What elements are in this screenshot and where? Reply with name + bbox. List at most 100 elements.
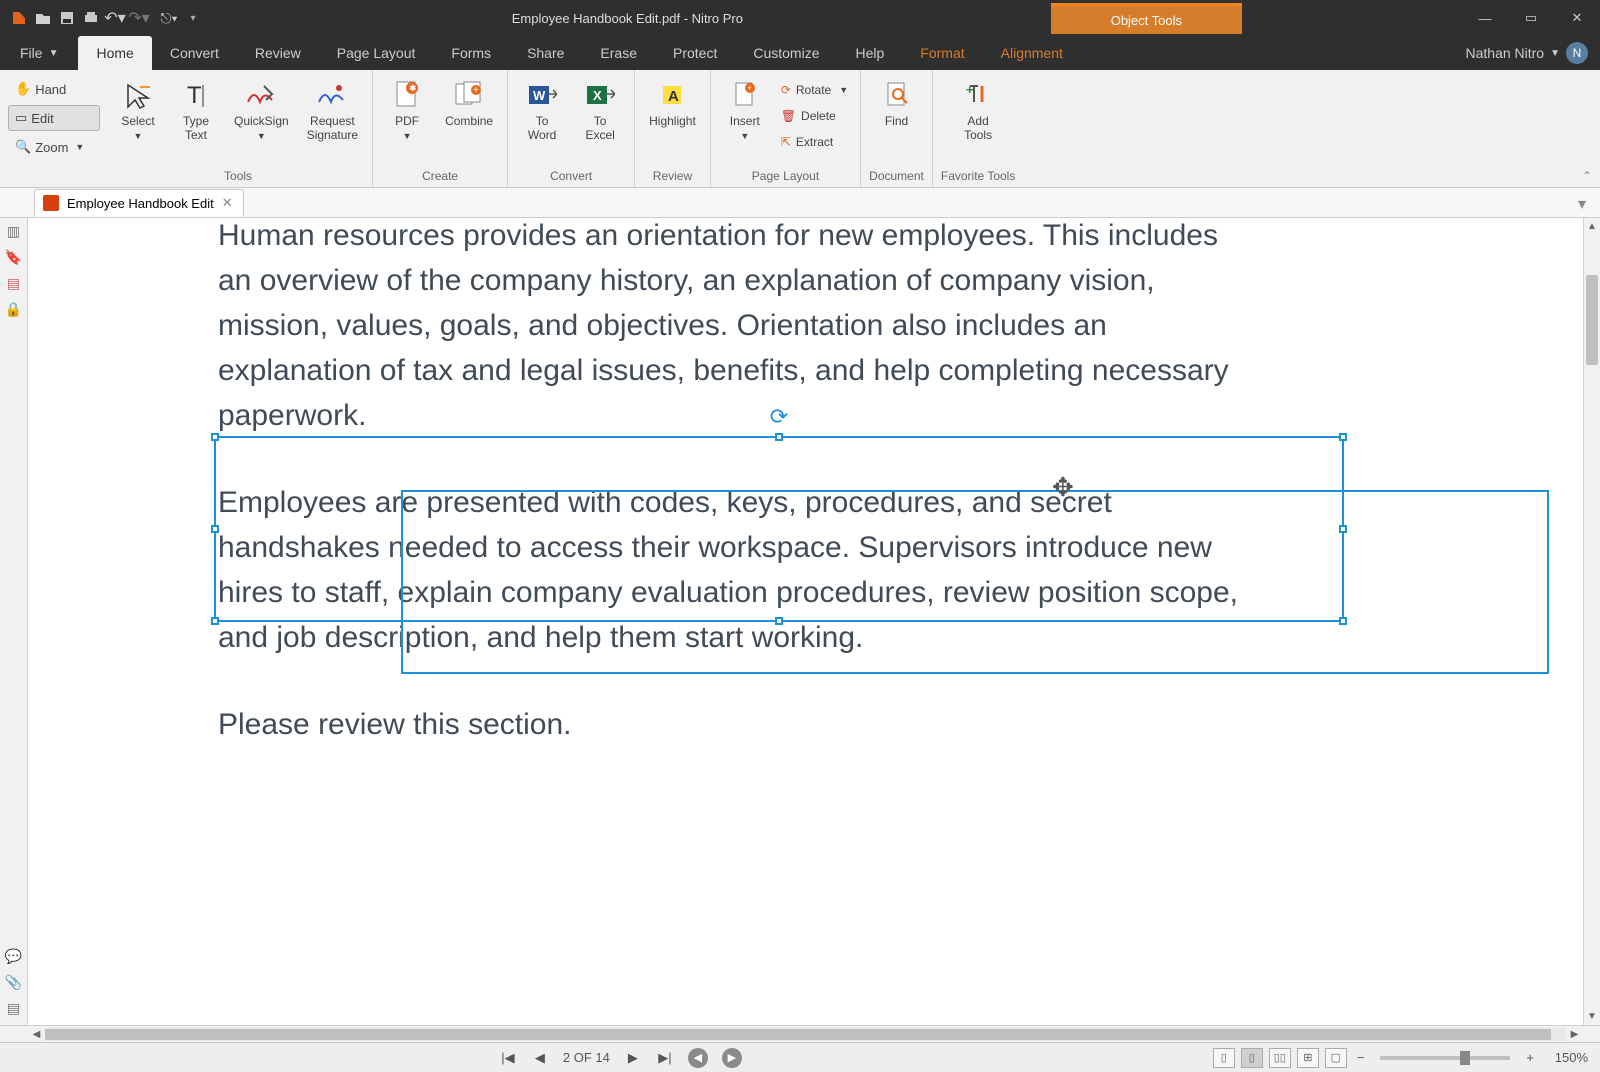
- prev-page-icon[interactable]: ◀: [531, 1049, 549, 1067]
- view-facing-continuous-icon[interactable]: ⊞: [1297, 1048, 1319, 1068]
- qat-customize-icon[interactable]: ⎋▾: [158, 7, 180, 29]
- resize-handle-sw[interactable]: [211, 617, 219, 625]
- page-view[interactable]: Human resources provides an orientation …: [28, 218, 1583, 1025]
- scroll-left-icon[interactable]: ◀: [28, 1026, 45, 1043]
- add-tools-button[interactable]: + Add Tools: [952, 74, 1004, 143]
- qat-more-icon[interactable]: ▾: [182, 7, 204, 29]
- resize-handle-n[interactable]: [775, 433, 783, 441]
- user-avatar: N: [1566, 42, 1588, 64]
- open-icon[interactable]: [32, 7, 54, 29]
- delete-button[interactable]: 🗑Delete: [777, 104, 852, 128]
- bookmarks-panel-icon[interactable]: 🔖: [5, 248, 23, 266]
- hscroll-thumb[interactable]: [45, 1029, 1551, 1040]
- svg-text:+: +: [966, 82, 974, 97]
- highlight-button[interactable]: A Highlight: [643, 74, 702, 129]
- zoom-in-icon[interactable]: +: [1522, 1050, 1538, 1065]
- vscroll-thumb[interactable]: [1586, 275, 1598, 365]
- extract-button[interactable]: ⇱Extract: [777, 130, 852, 154]
- quicksign-button[interactable]: QuickSign▼: [228, 74, 295, 143]
- insert-button[interactable]: + Insert▼: [719, 74, 771, 143]
- undo-icon[interactable]: ↶▾: [104, 7, 126, 29]
- nav-forward-icon[interactable]: ▶: [722, 1048, 742, 1068]
- menu-file[interactable]: File▼: [0, 36, 78, 70]
- close-tab-icon[interactable]: ✕: [222, 195, 233, 211]
- view-fullscreen-icon[interactable]: ▢: [1325, 1048, 1347, 1068]
- user-name-label: Nathan Nitro: [1466, 45, 1545, 61]
- view-continuous-icon[interactable]: ▯: [1241, 1048, 1263, 1068]
- menu-forms[interactable]: Forms: [433, 36, 509, 70]
- menu-convert[interactable]: Convert: [152, 36, 237, 70]
- scroll-right-icon[interactable]: ▶: [1566, 1026, 1583, 1043]
- minimize-button[interactable]: —: [1462, 0, 1508, 36]
- zoom-out-icon[interactable]: −: [1353, 1050, 1369, 1065]
- menu-protect[interactable]: Protect: [655, 36, 735, 70]
- hand-tool[interactable]: ✋Hand: [8, 76, 100, 102]
- layers-panel-icon[interactable]: ▤: [5, 274, 23, 292]
- security-panel-icon[interactable]: 🔒: [5, 300, 23, 318]
- zoom-percentage[interactable]: 150%: [1544, 1050, 1588, 1065]
- vscroll-track[interactable]: [1584, 235, 1600, 1008]
- zoom-slider[interactable]: [1380, 1056, 1510, 1060]
- menu-customize[interactable]: Customize: [735, 36, 837, 70]
- menu-erase[interactable]: Erase: [582, 36, 655, 70]
- combine-icon: +: [452, 78, 486, 112]
- to-word-button[interactable]: W To Word: [516, 74, 568, 143]
- title-bar: ↶▾ ↷▾ ⎋▾ ▾ Employee Handbook Edit.pdf - …: [0, 0, 1600, 36]
- scroll-down-icon[interactable]: ▼: [1584, 1008, 1600, 1025]
- zoom-tool[interactable]: 🔍Zoom▼: [8, 134, 100, 160]
- save-icon[interactable]: [56, 7, 78, 29]
- edit-tool[interactable]: ▭Edit: [8, 105, 100, 131]
- svg-text:X: X: [593, 88, 602, 103]
- rotate-button[interactable]: ⟳Rotate▼: [777, 78, 852, 102]
- view-facing-icon[interactable]: ▯▯: [1269, 1048, 1291, 1068]
- output-panel-icon[interactable]: ▤: [5, 999, 23, 1017]
- select-button[interactable]: Select▼: [112, 74, 164, 143]
- page-counter[interactable]: 2 OF 14: [563, 1050, 610, 1065]
- print-icon[interactable]: [80, 7, 102, 29]
- find-button[interactable]: Find: [871, 74, 923, 129]
- pdf-button[interactable]: ✱ PDF▼: [381, 74, 433, 143]
- maximize-button[interactable]: ▭: [1508, 0, 1554, 36]
- zoom-slider-knob[interactable]: [1460, 1051, 1470, 1065]
- context-tab-object-tools: Object Tools: [1051, 3, 1242, 34]
- tab-options-icon[interactable]: ▾: [1578, 194, 1586, 214]
- page-layout-small-buttons: ⟳Rotate▼ 🗑Delete ⇱Extract: [777, 74, 852, 154]
- ribbon-group-document-label: Document: [869, 167, 924, 187]
- pages-panel-icon[interactable]: ▥: [5, 222, 23, 240]
- scroll-up-icon[interactable]: ▲: [1584, 218, 1600, 235]
- menu-help[interactable]: Help: [838, 36, 903, 70]
- combine-button[interactable]: + Combine: [439, 74, 499, 129]
- menu-format[interactable]: Format: [902, 36, 982, 70]
- attachments-panel-icon[interactable]: 📎: [5, 973, 23, 991]
- insert-page-icon: +: [728, 78, 762, 112]
- horizontal-scrollbar[interactable]: ◀ ▶: [28, 1026, 1583, 1042]
- resize-handle-nw[interactable]: [211, 433, 219, 441]
- menu-alignment[interactable]: Alignment: [983, 36, 1081, 70]
- menu-home[interactable]: Home: [78, 36, 151, 70]
- request-sign-icon: [315, 78, 349, 112]
- nav-back-icon[interactable]: ◀: [688, 1048, 708, 1068]
- resize-handle-ne[interactable]: [1339, 433, 1347, 441]
- hscroll-track[interactable]: [45, 1028, 1566, 1041]
- comments-panel-icon[interactable]: 💬: [5, 947, 23, 965]
- type-text-button[interactable]: T Type Text: [170, 74, 222, 143]
- request-signature-button[interactable]: Request Signature: [301, 74, 364, 143]
- user-menu[interactable]: Nathan Nitro ▼ N: [1454, 36, 1600, 70]
- menu-review[interactable]: Review: [237, 36, 319, 70]
- close-button[interactable]: ✕: [1554, 0, 1600, 36]
- view-single-icon[interactable]: ▯: [1213, 1048, 1235, 1068]
- to-excel-button[interactable]: X To Excel: [574, 74, 626, 143]
- ribbon-collapse-icon[interactable]: ⌃: [1582, 169, 1592, 183]
- highlight-icon: A: [655, 78, 689, 112]
- vertical-scrollbar[interactable]: ▲ ▼: [1583, 218, 1600, 1025]
- first-page-icon[interactable]: |◀: [499, 1049, 517, 1067]
- document-tab[interactable]: Employee Handbook Edit ✕: [34, 189, 244, 217]
- menu-share[interactable]: Share: [509, 36, 582, 70]
- ribbon-group-convert: W To Word X To Excel Convert: [508, 70, 635, 187]
- redo-icon[interactable]: ↷▾: [128, 7, 150, 29]
- last-page-icon[interactable]: ▶|: [656, 1049, 674, 1067]
- menu-page-layout[interactable]: Page Layout: [319, 36, 434, 70]
- rotate-handle-icon[interactable]: ⟳: [770, 404, 788, 430]
- resize-handle-w[interactable]: [211, 525, 219, 533]
- next-page-icon[interactable]: ▶: [624, 1049, 642, 1067]
